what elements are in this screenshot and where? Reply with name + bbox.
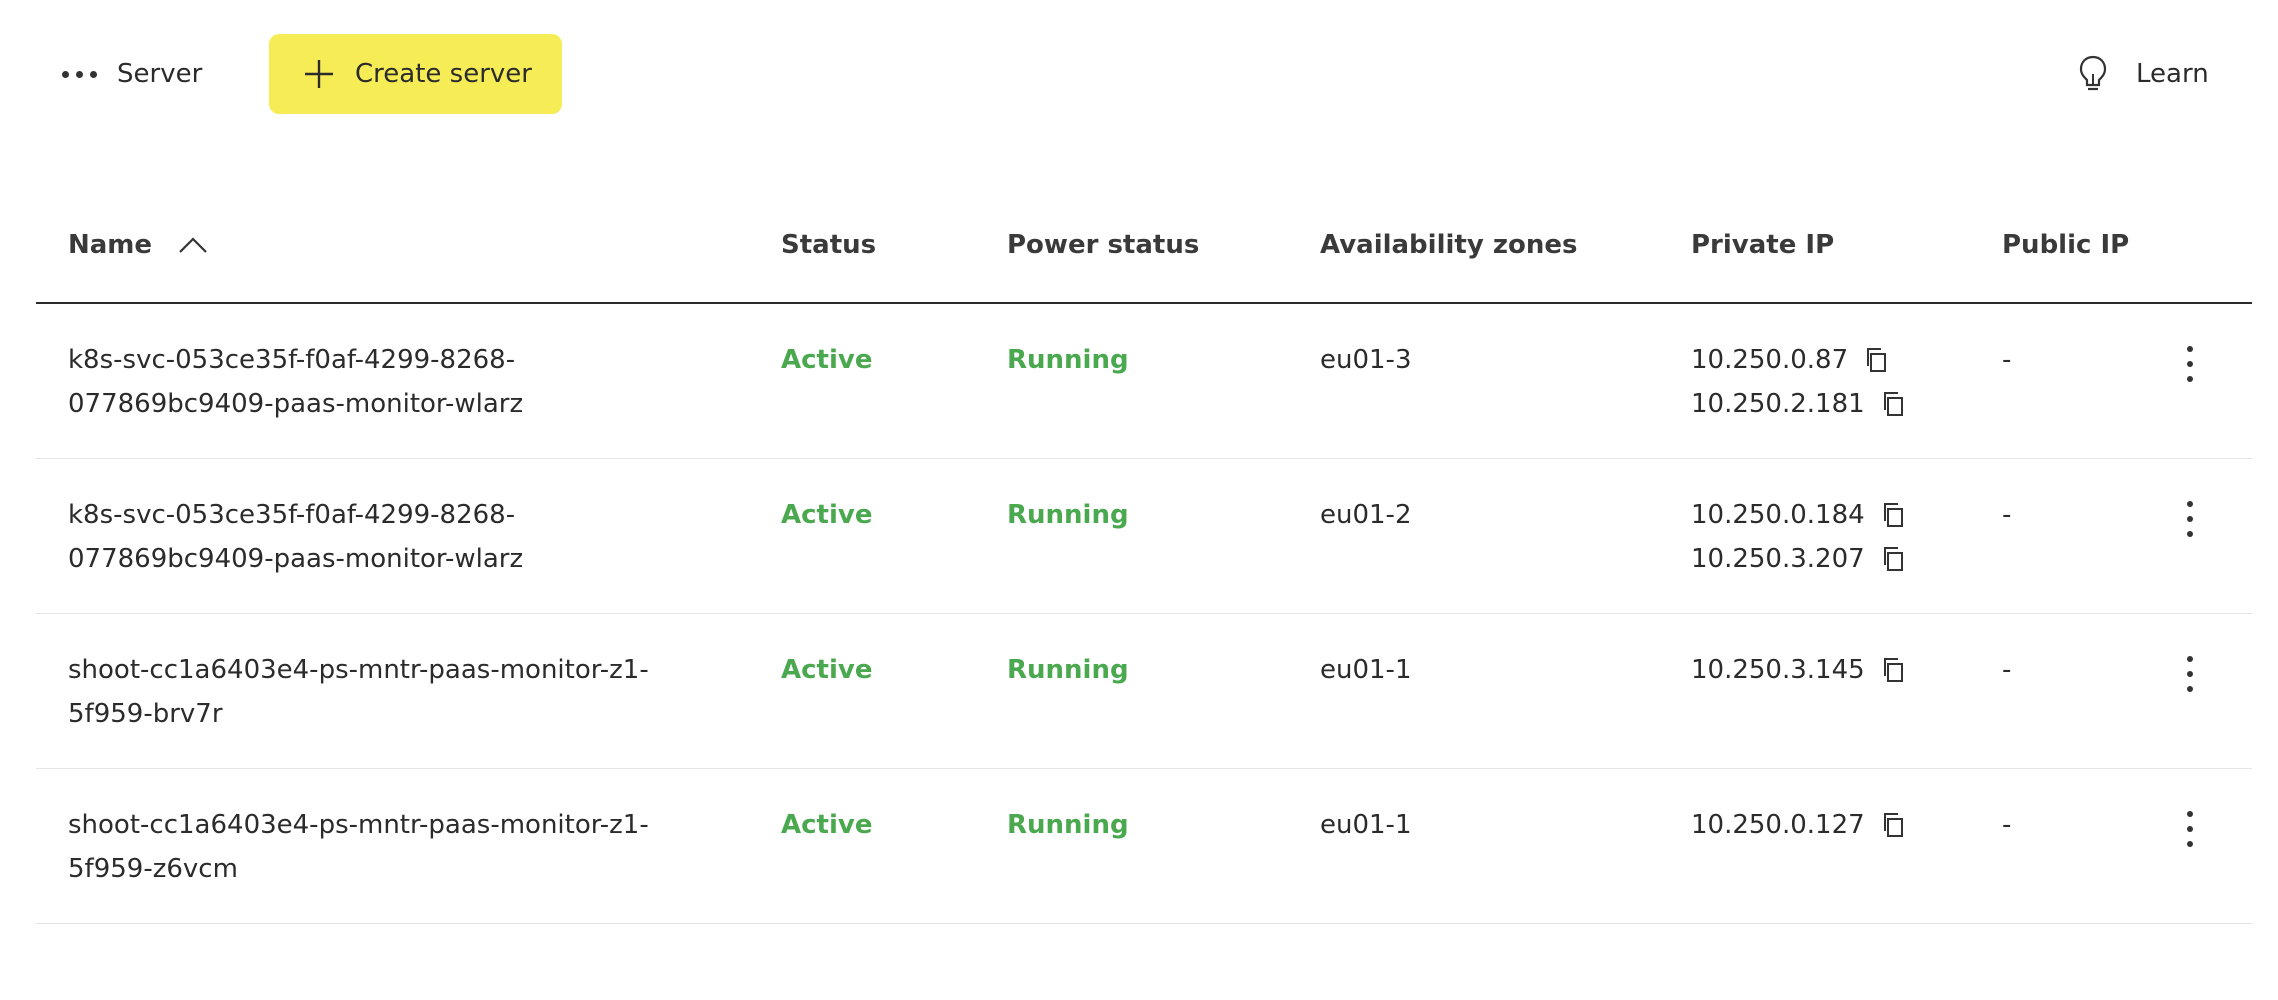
row-actions-icon[interactable]	[2180, 811, 2200, 847]
power-status: Running	[1007, 345, 1129, 375]
server-menu-label: Server	[117, 59, 203, 89]
copy-icon[interactable]	[1864, 346, 1890, 374]
column-header-public-ip: Public IP	[2002, 230, 2130, 260]
create-server-label: Create server	[355, 59, 532, 89]
public-ip: -	[2002, 345, 2012, 375]
column-header-availability-zones: Availability zones	[1320, 230, 1578, 260]
row-actions-icon[interactable]	[2180, 346, 2200, 382]
status-badge: Active	[781, 500, 873, 530]
column-header-private-ip: Private IP	[1691, 230, 1835, 260]
copy-icon[interactable]	[1881, 811, 1907, 839]
ellipsis-horizontal-icon	[62, 70, 97, 78]
server-name[interactable]: k8s-svc-053ce35f-f0af-4299-8268-077869bc…	[68, 493, 708, 581]
private-ip: 10.250.3.207	[1691, 544, 1865, 574]
table-row[interactable]: k8s-svc-053ce35f-f0af-4299-8268-077869bc…	[36, 459, 2252, 614]
private-ip: 10.250.0.184	[1691, 500, 1865, 530]
table-row[interactable]: k8s-svc-053ce35f-f0af-4299-8268-077869bc…	[36, 304, 2252, 459]
public-ip: -	[2002, 655, 2012, 685]
private-ip-list: 10.250.0.184 10.250.3.207	[1691, 493, 1907, 581]
availability-zone: eu01-1	[1320, 655, 1412, 685]
row-actions-icon[interactable]	[2180, 501, 2200, 537]
create-server-button[interactable]: Create server	[269, 34, 562, 114]
learn-label: Learn	[2136, 59, 2209, 89]
copy-icon[interactable]	[1881, 656, 1907, 684]
server-name[interactable]: shoot-cc1a6403e4-ps-mntr-paas-monitor-z1…	[68, 803, 708, 891]
column-header-status: Status	[781, 230, 877, 260]
public-ip: -	[2002, 500, 2012, 530]
status-badge: Active	[781, 810, 873, 840]
power-status: Running	[1007, 810, 1129, 840]
private-ip: 10.250.3.145	[1691, 655, 1865, 685]
server-name[interactable]: shoot-cc1a6403e4-ps-mntr-paas-monitor-z1…	[68, 648, 708, 736]
private-ip: 10.250.2.181	[1691, 389, 1865, 419]
power-status: Running	[1007, 500, 1129, 530]
copy-icon[interactable]	[1881, 545, 1907, 573]
status-badge: Active	[781, 345, 873, 375]
lightbulb-icon	[2079, 55, 2107, 91]
private-ip-list: 10.250.0.87 10.250.2.181	[1691, 338, 1907, 426]
table-row[interactable]: shoot-cc1a6403e4-ps-mntr-paas-monitor-z1…	[36, 614, 2252, 769]
status-badge: Active	[781, 655, 873, 685]
availability-zone: eu01-2	[1320, 500, 1412, 530]
private-ip-list: 10.250.3.145	[1691, 648, 1907, 692]
plus-icon	[305, 60, 333, 88]
public-ip: -	[2002, 810, 2012, 840]
private-ip: 10.250.0.87	[1691, 345, 1849, 375]
availability-zone: eu01-1	[1320, 810, 1412, 840]
private-ip: 10.250.0.127	[1691, 810, 1865, 840]
server-table: Name Status Power status Availability zo…	[36, 200, 2252, 924]
row-actions-icon[interactable]	[2180, 656, 2200, 692]
column-header-power-status: Power status	[1007, 230, 1200, 260]
server-name[interactable]: k8s-svc-053ce35f-f0af-4299-8268-077869bc…	[68, 338, 708, 426]
copy-icon[interactable]	[1881, 390, 1907, 418]
private-ip-list: 10.250.0.127	[1691, 803, 1907, 847]
toolbar: Server Create server Learn	[0, 0, 2278, 150]
chevron-up-icon[interactable]	[178, 236, 208, 254]
column-header-name[interactable]: Name	[68, 230, 152, 260]
table-row[interactable]: shoot-cc1a6403e4-ps-mntr-paas-monitor-z1…	[36, 769, 2252, 924]
availability-zone: eu01-3	[1320, 345, 1412, 375]
table-header: Name Status Power status Availability zo…	[36, 200, 2252, 304]
learn-button[interactable]: Learn	[2078, 52, 2209, 96]
copy-icon[interactable]	[1881, 501, 1907, 529]
power-status: Running	[1007, 655, 1129, 685]
server-menu-button[interactable]: Server	[62, 48, 202, 100]
